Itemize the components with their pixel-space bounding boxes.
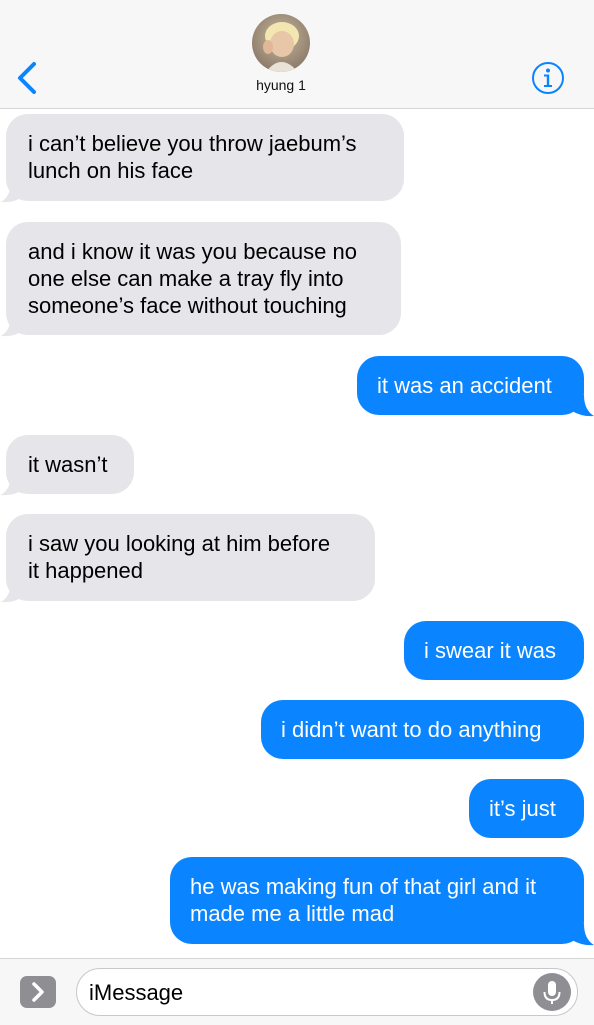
microphone-icon (543, 981, 561, 1004)
info-button[interactable] (530, 60, 566, 96)
bubble-tail (1, 474, 23, 496)
app-drawer-button[interactable] (20, 976, 56, 1008)
bubble-tail (572, 924, 594, 946)
message-line: one else can make a tray fly into (28, 266, 344, 291)
sent-message[interactable]: i swear it was (404, 621, 584, 680)
bubble-tail (572, 395, 594, 417)
message-line: and i know it was you because no (28, 239, 357, 264)
message-input[interactable]: iMessage (76, 968, 578, 1016)
bubble-tail (1, 581, 23, 603)
sent-message[interactable]: it’s just (469, 779, 584, 838)
message-line: it’s just (489, 796, 556, 821)
message-line: it wasn’t (28, 452, 108, 477)
message-line: lunch on his face (28, 158, 194, 183)
received-message[interactable]: and i know it was you because no one els… (6, 222, 401, 335)
message-line: made me a little mad (190, 901, 395, 926)
microphone-button[interactable] (533, 973, 571, 1011)
message-line: i swear it was (424, 638, 557, 663)
sent-message[interactable]: it was an accident (357, 356, 584, 415)
bubble-tail (1, 181, 23, 203)
chevron-right-icon (32, 982, 44, 1002)
conversation-header: hyung 1 (0, 0, 594, 109)
contact-name[interactable]: hyung 1 (0, 77, 562, 93)
message-line: he was making fun of that girl and it (190, 874, 537, 899)
avatar-photo (252, 14, 310, 72)
message-line: i can’t believe you throw jaebum’s (28, 131, 357, 156)
message-line: it happened (28, 558, 143, 583)
message-line: it was an accident (377, 373, 552, 398)
bubble-tail (1, 315, 23, 337)
sent-message[interactable]: he was making fun of that girl and it ma… (170, 857, 584, 944)
message-input-placeholder: iMessage (89, 980, 184, 1005)
message-line: i saw you looking at him before (28, 531, 331, 556)
received-message[interactable]: i can’t believe you throw jaebum’s lunch… (6, 114, 404, 201)
message-line: someone’s face without touching (28, 293, 347, 318)
sent-message[interactable]: i didn’t want to do anything (261, 700, 584, 759)
received-message[interactable]: it wasn’t (6, 435, 134, 494)
contact-avatar[interactable] (252, 14, 310, 72)
compose-bar: iMessage (0, 958, 594, 1025)
received-message[interactable]: i saw you looking at him before it happe… (6, 514, 375, 601)
message-line: i didn’t want to do anything (281, 717, 542, 742)
info-icon (532, 62, 564, 94)
